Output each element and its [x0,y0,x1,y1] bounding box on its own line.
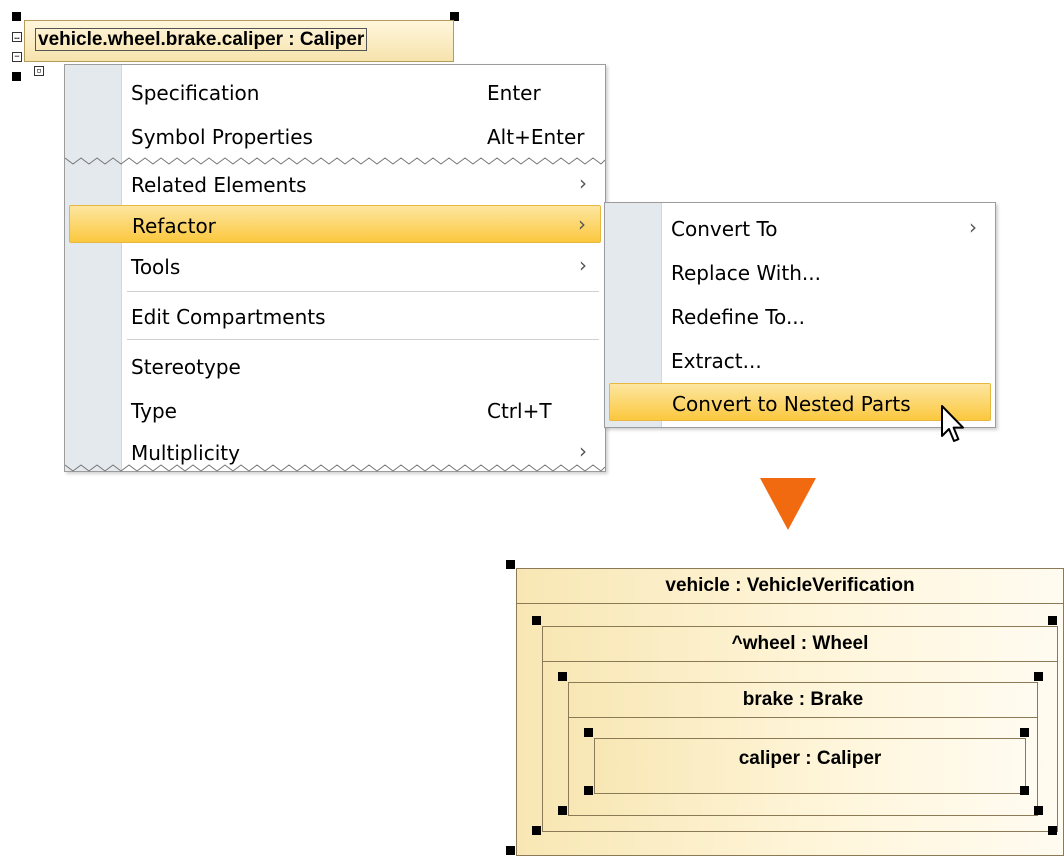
collapse-icon[interactable]: − [12,52,22,62]
menu-item-tools[interactable]: Tools › [69,247,601,285]
menu-item-stereotype[interactable]: Stereotype [69,347,601,385]
selection-handle[interactable] [532,826,541,835]
selection-handle[interactable] [584,786,593,795]
menu-item-convert-to-nested-parts[interactable]: Convert to Nested Parts [609,383,991,421]
chevron-right-icon: › [579,171,587,195]
selection-handle[interactable] [584,728,593,737]
part-title: brake : Brake [569,683,1037,718]
refactor-submenu: Convert To › Replace With... Redefine To… [604,202,996,428]
menu-item-shortcut: Ctrl+T [487,399,552,423]
selection-handle[interactable] [1034,806,1043,815]
part-caliper[interactable]: caliper : Caliper [594,738,1026,794]
selection-handle[interactable] [532,616,541,625]
part-title: ^wheel : Wheel [543,627,1057,662]
menu-item-convert-to[interactable]: Convert To › [609,209,991,247]
mouse-pointer-icon [941,405,964,442]
menu-separator [127,339,599,340]
menu-item-refactor[interactable]: Refactor › [69,205,601,243]
menu-item-label: Refactor [132,214,216,238]
context-menu: Specification Enter Symbol Properties Al… [64,64,606,472]
selection-handle[interactable] [506,846,515,855]
menu-item-replace-with[interactable]: Replace With... [609,253,991,291]
menu-item-label: Multiplicity [131,441,240,465]
small-marker-icon[interactable]: ▫ [34,66,44,76]
menu-item-related-elements[interactable]: Related Elements › [69,165,601,203]
chevron-right-icon: › [578,212,586,236]
menu-item-label: Extract... [671,349,762,373]
menu-item-shortcut: Alt+Enter [487,125,585,149]
menu-item-label: Symbol Properties [131,125,313,149]
selection-handle[interactable] [1048,826,1057,835]
selection-handle[interactable] [12,72,21,81]
menu-item-extract[interactable]: Extract... [609,341,991,379]
source-part-label: vehicle.wheel.brake.caliper : Caliper [35,28,368,51]
selection-handle[interactable] [1048,616,1057,625]
menu-item-label: Convert To [671,217,778,241]
selection-handle[interactable] [1020,786,1029,795]
selection-handle[interactable] [1020,728,1029,737]
menu-item-type[interactable]: Type Ctrl+T [69,391,601,429]
compartment-toggle-icon[interactable]: … [12,32,22,42]
menu-separator [127,291,599,292]
menu-item-redefine-to[interactable]: Redefine To... [609,297,991,335]
selection-handle[interactable] [1034,672,1043,681]
source-part-shape[interactable]: vehicle.wheel.brake.caliper : Caliper [24,20,454,62]
menu-item-label: Convert to Nested Parts [672,392,911,416]
selection-handle[interactable] [12,12,21,21]
menu-item-specification[interactable]: Specification Enter [69,73,601,111]
chevron-right-icon: › [579,439,587,463]
chevron-right-icon: › [579,253,587,277]
menu-item-edit-compartments[interactable]: Edit Compartments [69,297,601,335]
menu-item-label: Replace With... [671,261,821,285]
menu-item-shortcut: Enter [487,81,541,105]
menu-item-label: Edit Compartments [131,305,326,329]
menu-item-label: Redefine To... [671,305,806,329]
chevron-right-icon: › [969,215,977,239]
menu-item-label: Specification [131,81,260,105]
menu-item-symbol-properties[interactable]: Symbol Properties Alt+Enter [69,117,601,155]
selection-handle[interactable] [506,560,515,569]
menu-item-label: Tools [131,255,181,279]
down-triangle-icon [760,478,816,530]
menu-item-label: Type [131,399,177,423]
menu-scroll-break [65,464,605,472]
menu-item-label: Related Elements [131,173,307,197]
menu-item-label: Stereotype [131,355,241,379]
part-title: caliper : Caliper [738,748,882,769]
selection-handle[interactable] [558,806,567,815]
selection-handle[interactable] [558,672,567,681]
part-title: vehicle : VehicleVerification [517,569,1063,604]
